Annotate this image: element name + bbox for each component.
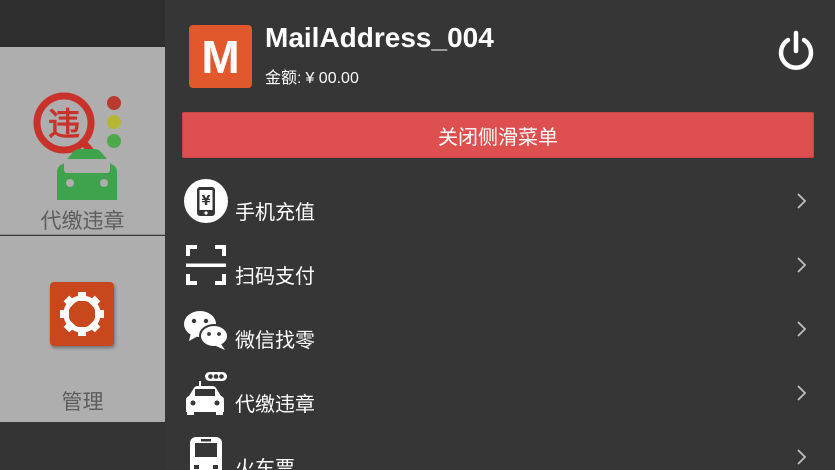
menu-item-phone-recharge[interactable]: ¥ 手机充值 — [165, 172, 835, 236]
scan-icon — [186, 245, 226, 285]
power-icon — [778, 30, 814, 70]
side-drawer: M MailAddress_004 金额: ¥ 00.00 关闭侧滑菜单 ¥ 手机… — [165, 0, 835, 470]
car-traffic-light-icon — [186, 372, 227, 415]
drawer-menu: ¥ 手机充值 扫码支付 微信找零 代缴违章 火车票 — [165, 172, 835, 470]
wechat-icon — [184, 311, 229, 350]
menu-item-scan-pay[interactable]: 扫码支付 — [165, 236, 835, 300]
violation-traffic-light-car-icon: 违 — [33, 92, 121, 200]
balance-value: ¥ 00.00 — [305, 70, 359, 87]
chevron-right-icon — [797, 449, 807, 465]
gear-icon — [50, 282, 114, 346]
menu-item-wechat-change[interactable]: 微信找零 — [165, 300, 835, 364]
username: MailAddress_004 — [265, 22, 494, 53]
background-app: 违 代缴违章 管理 — [0, 0, 165, 470]
svg-text:¥: ¥ — [201, 194, 210, 209]
tile-management[interactable]: 管理 — [0, 236, 165, 422]
menu-item-label: 手机充值 — [235, 200, 315, 224]
menu-item-label: 微信找零 — [235, 328, 315, 352]
svg-text:违: 违 — [48, 105, 80, 143]
balance-label: 金额: — [265, 70, 302, 87]
menu-item-label: 扫码支付 — [235, 264, 315, 288]
power-button[interactable] — [777, 30, 815, 72]
tile-label: 管理 — [61, 390, 104, 414]
tile-violation-payment[interactable]: 违 代缴违章 — [0, 47, 165, 235]
chevron-right-icon — [797, 257, 807, 273]
menu-item-traffic-violation[interactable]: 代缴违章 — [165, 364, 835, 428]
close-drawer-button[interactable]: 关闭侧滑菜单 — [182, 112, 814, 158]
avatar[interactable]: M — [189, 25, 252, 88]
menu-item-label: 代缴违章 — [235, 392, 315, 416]
chevron-right-icon — [797, 193, 807, 209]
train-icon — [190, 437, 222, 470]
chevron-right-icon — [797, 321, 807, 337]
menu-item-train-ticket[interactable]: 火车票 — [165, 428, 835, 470]
tile-label: 代缴违章 — [40, 209, 125, 233]
phone-recharge-icon: ¥ — [184, 179, 228, 223]
balance: 金额: ¥ 00.00 — [265, 64, 363, 88]
background-top-strip — [0, 0, 165, 47]
menu-item-label: 火车票 — [235, 456, 295, 470]
background-bottom — [0, 422, 165, 470]
chevron-right-icon — [797, 385, 807, 401]
